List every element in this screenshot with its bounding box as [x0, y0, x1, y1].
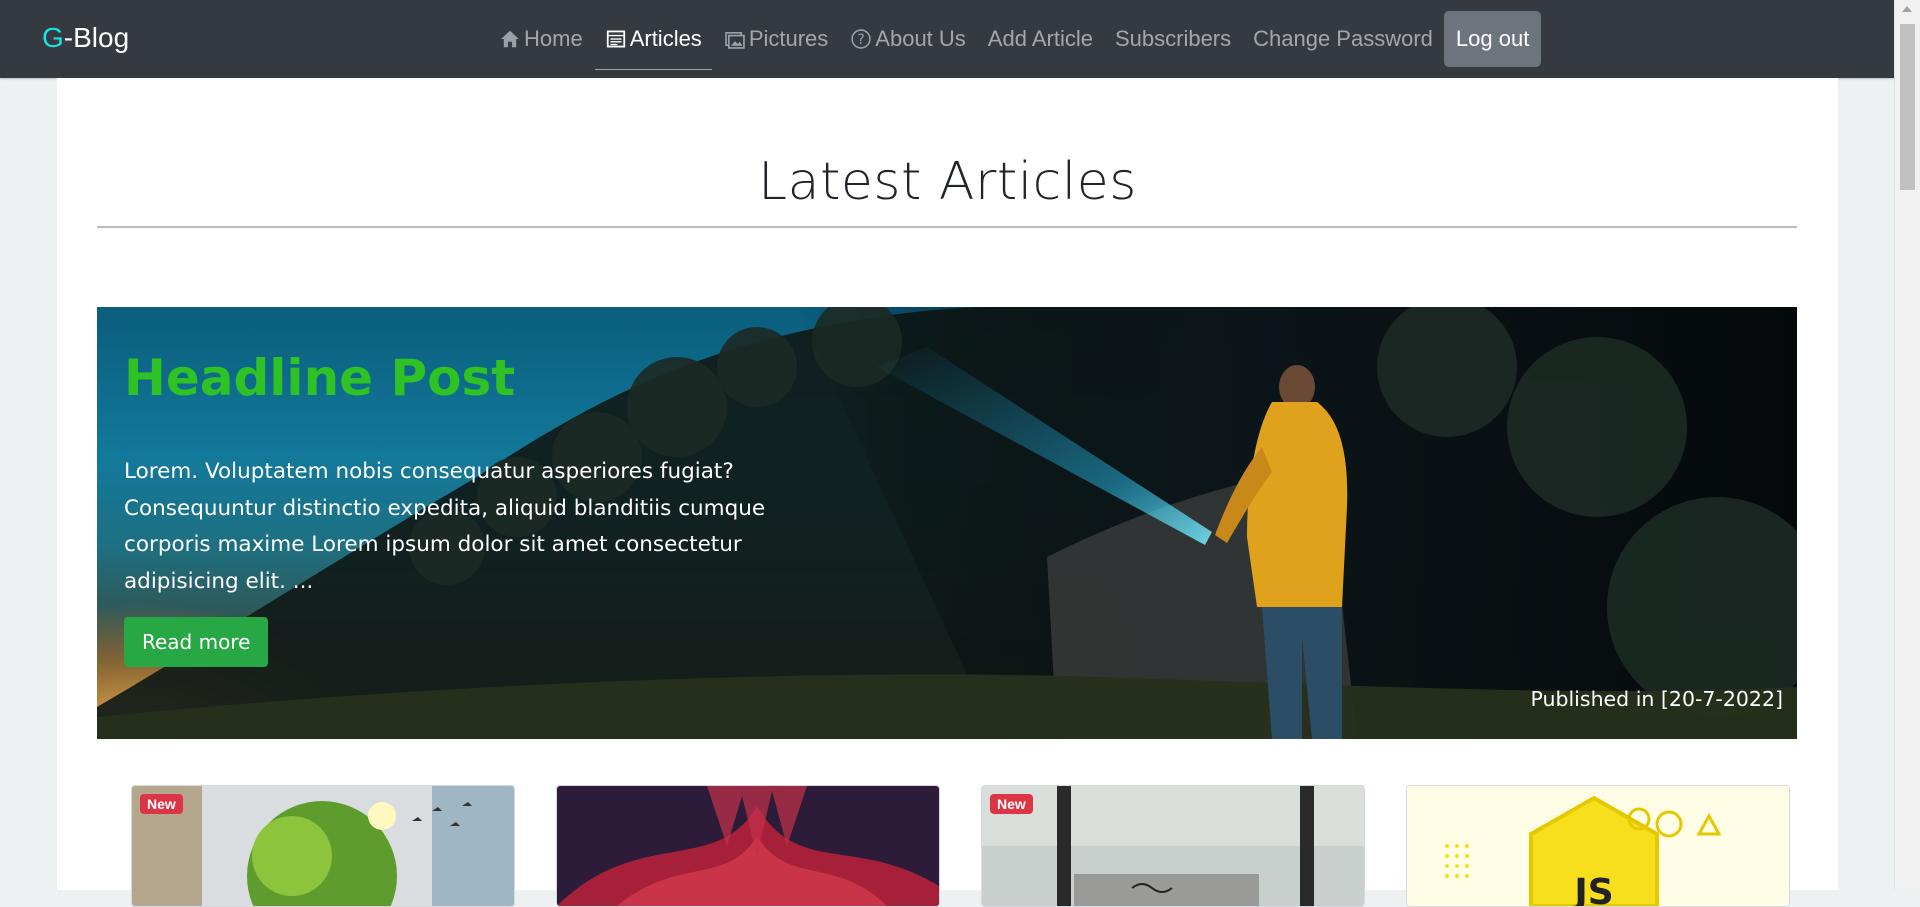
- brand-accent: G: [42, 22, 64, 53]
- nav-item-label: Pictures: [748, 26, 829, 51]
- nav-item-subscribers[interactable]: Subscribers: [1104, 15, 1242, 63]
- card-thumbnail-image: [557, 786, 939, 906]
- article-card[interactable]: [556, 785, 940, 907]
- nav-item-label: About Us: [875, 26, 966, 51]
- nav-item-label: Add Article: [987, 26, 1093, 51]
- article-card[interactable]: New: [131, 785, 515, 907]
- top-navbar: G-Blog Home Articles Pictures ? About Us…: [0, 0, 1895, 78]
- nav-item-home[interactable]: Home: [488, 15, 594, 63]
- card-thumbnail-image: [132, 786, 514, 906]
- page-title: Latest Articles: [758, 152, 1137, 212]
- nav-item-label: Articles: [629, 26, 702, 51]
- nav-item-label: Subscribers: [1114, 26, 1232, 51]
- svg-text:?: ?: [858, 32, 865, 48]
- new-badge: New: [140, 794, 183, 814]
- nav-item-label: Home: [524, 26, 583, 51]
- articles-icon: [606, 30, 625, 48]
- brand-name: -Blog: [63, 22, 130, 53]
- scrollbar-thumb[interactable]: [1900, 24, 1915, 190]
- nav-item-change-password[interactable]: Change Password: [1242, 15, 1444, 63]
- read-more-button[interactable]: Read more: [124, 617, 269, 667]
- nav-item-about[interactable]: ? About Us: [839, 15, 977, 63]
- brand-logo[interactable]: G-Blog: [42, 22, 129, 54]
- svg-text:JS: JS: [1571, 872, 1613, 906]
- nav-item-articles[interactable]: Articles: [594, 15, 713, 70]
- title-divider: [97, 226, 1797, 228]
- main-nav: Home Articles Pictures ? About Us Add Ar…: [488, 0, 1542, 78]
- article-card[interactable]: New: [981, 785, 1365, 907]
- new-badge: New: [990, 794, 1033, 814]
- logout-button[interactable]: Log out: [1443, 11, 1542, 67]
- card-thumbnail-image: [982, 786, 1364, 906]
- hero-headline[interactable]: Headline Post: [124, 349, 515, 407]
- main-content: Latest Articles Headline Post Lorem. Vol…: [57, 78, 1838, 907]
- headline-post-banner: Headline Post Lorem. Voluptatem nobis co…: [97, 307, 1797, 739]
- home-icon: [501, 30, 519, 48]
- nav-item-pictures[interactable]: Pictures: [713, 15, 839, 63]
- nav-item-add-article[interactable]: Add Article: [977, 15, 1104, 63]
- pictures-icon: [725, 31, 745, 49]
- published-date: Published in [20-7-2022]: [1530, 687, 1783, 711]
- card-thumbnail-image: JS: [1407, 786, 1789, 906]
- page-scrollbar[interactable]: [1894, 0, 1920, 890]
- article-card[interactable]: JS: [1406, 785, 1790, 907]
- hero-excerpt: Lorem. Voluptatem nobis consequatur aspe…: [124, 459, 766, 594]
- help-circle-icon: ?: [851, 29, 871, 49]
- nav-item-label: Change Password: [1253, 26, 1433, 51]
- scroll-up-arrow-icon[interactable]: [1902, 6, 1912, 12]
